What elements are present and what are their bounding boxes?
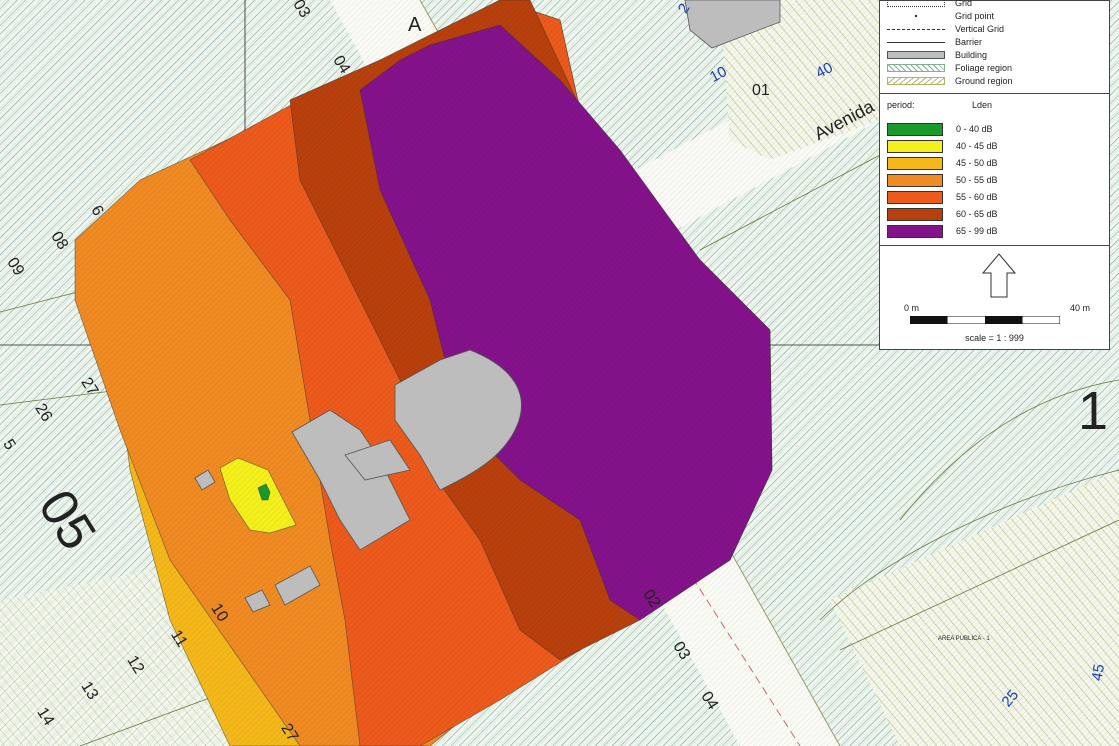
band-label: 0 - 40 dB (956, 124, 993, 134)
band-label: 65 - 99 dB (956, 226, 998, 236)
legend-band: 65 - 99 dB (880, 223, 1109, 240)
legend-band: 60 - 65 dB (880, 206, 1109, 223)
legend-key-label: Barrier (955, 37, 983, 47)
scale-bar (910, 316, 1060, 324)
band-label: 55 - 60 dB (956, 192, 998, 202)
band-swatch (887, 208, 943, 221)
legend-band: 50 - 55 dB (880, 172, 1109, 189)
legend-band: 55 - 60 dB (880, 189, 1109, 206)
foliage-icon (887, 64, 945, 72)
period-value: Lden (972, 100, 993, 110)
legend-band: 45 - 50 dB (880, 155, 1109, 172)
legend-key-label: Building (955, 50, 988, 60)
legend-key-foliage: Foliage region (880, 62, 1109, 74)
legend-scale-section: 0 m 40 m scale = 1 : 999 (880, 245, 1109, 349)
barrier-icon (887, 42, 945, 43)
block-label-1: 1 (1078, 381, 1109, 441)
band-swatch (887, 157, 943, 170)
grid-point-icon (887, 12, 945, 20)
legend-key-label: Foliage region (955, 63, 1013, 73)
legend-key-label: Vertical Grid (955, 24, 1005, 34)
grid-symbol-icon (887, 0, 945, 7)
legend-band: 0 - 40 dB (880, 121, 1109, 138)
legend-key-barrier: Barrier (880, 36, 1109, 48)
band-label: 50 - 55 dB (956, 175, 998, 185)
period-label: period: (887, 100, 915, 110)
legend-key-label: Grid (955, 0, 973, 8)
legend-key-building: Building (880, 49, 1109, 61)
ground-icon (887, 77, 945, 85)
scale-start-label: 0 m (904, 303, 920, 313)
scale-end-label: 40 m (1070, 303, 1091, 313)
vertical-grid-icon (887, 29, 945, 30)
legend-band: 40 - 45 dB (880, 138, 1109, 155)
band-swatch (887, 140, 943, 153)
lot-number-blue: 45 (1088, 662, 1109, 683)
band-swatch (887, 225, 943, 238)
map-legend: Grid Grid point Vertical Grid Barrier Bu… (879, 0, 1110, 350)
legend-bands-section: period: Lden 0 - 40 dB 40 - 45 dB 45 - 5… (880, 93, 1109, 246)
legend-key-vertical-grid: Vertical Grid (880, 23, 1109, 35)
legend-keys-section: Grid Grid point Vertical Grid Barrier Bu… (880, 0, 1109, 94)
band-label: 45 - 50 dB (956, 158, 998, 168)
top-letter: A (408, 14, 422, 36)
legend-key-label: Ground region (955, 76, 1013, 86)
legend-key-grid-point: Grid point (880, 10, 1109, 22)
building-icon (887, 51, 945, 59)
legend-key-ground: Ground region (880, 75, 1109, 87)
band-label: 40 - 45 dB (956, 141, 998, 151)
area-label: AREA PUBLICA - 1 (938, 636, 990, 642)
scale-text: scale = 1 : 999 (965, 333, 1024, 343)
lot-number: 01 (752, 82, 770, 99)
band-swatch (887, 191, 943, 204)
legend-key-grid: Grid (880, 0, 1109, 9)
band-label: 60 - 65 dB (956, 209, 998, 219)
north-arrow-icon (982, 253, 1016, 298)
legend-key-label: Grid point (955, 11, 995, 21)
band-swatch (887, 174, 943, 187)
band-swatch (887, 123, 943, 136)
